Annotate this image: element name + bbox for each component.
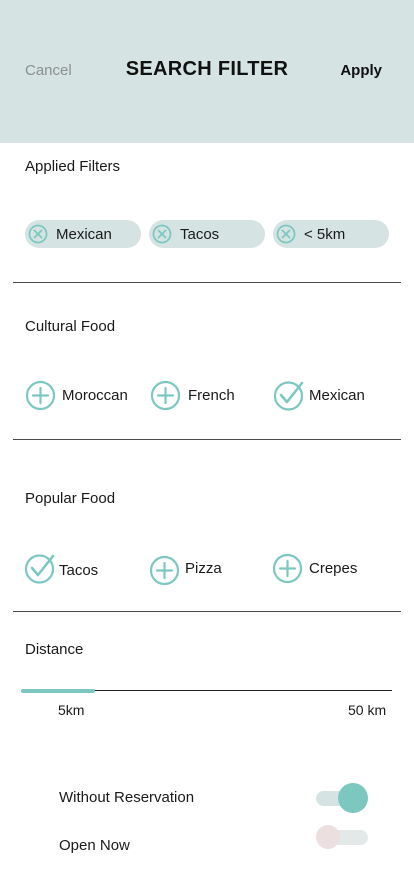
divider [13, 439, 401, 440]
open-now-toggle[interactable] [316, 822, 368, 852]
chip-mexican[interactable]: Mexican [25, 220, 141, 248]
toggle-knob [316, 825, 340, 849]
cultural-food-heading: Cultural Food [25, 318, 116, 335]
toggle-knob [338, 783, 368, 813]
remove-circle-icon[interactable] [276, 224, 296, 244]
check-circle-icon [24, 554, 55, 584]
distance-slider-fill[interactable] [21, 689, 95, 693]
chip-distance[interactable]: < 5km [273, 220, 389, 248]
without-reservation-toggle[interactable] [316, 783, 368, 813]
popular-food-heading: Popular Food [25, 490, 116, 507]
add-circle-icon [272, 553, 303, 584]
without-reservation-label: Without Reservation [59, 789, 195, 806]
chip-label: < 5km [304, 226, 346, 243]
distance-heading: Distance [25, 641, 84, 658]
check-circle-icon [273, 381, 304, 411]
distance-max-label: 50 km [348, 702, 387, 718]
divider [13, 282, 401, 283]
header-bar: Cancel SEARCH FILTER Apply [0, 0, 414, 143]
applied-filters-heading: Applied Filters [25, 158, 121, 175]
option-label: Moroccan [62, 387, 128, 404]
distance-min-label: 5km [58, 702, 85, 718]
remove-circle-icon[interactable] [152, 224, 172, 244]
option-label: Pizza [185, 560, 222, 577]
add-circle-icon [25, 380, 56, 411]
add-circle-icon [150, 380, 181, 411]
option-label: French [188, 387, 235, 404]
option-label: Tacos [59, 562, 99, 579]
chip-label: Tacos [180, 226, 220, 243]
option-label: Crepes [309, 560, 358, 577]
apply-button[interactable]: Apply [340, 62, 382, 79]
divider [13, 611, 401, 612]
add-circle-icon [149, 555, 180, 586]
open-now-label: Open Now [59, 837, 130, 854]
chip-label: Mexican [56, 226, 112, 243]
option-label: Mexican [309, 387, 365, 404]
remove-circle-icon[interactable] [28, 224, 48, 244]
chip-tacos[interactable]: Tacos [149, 220, 265, 248]
